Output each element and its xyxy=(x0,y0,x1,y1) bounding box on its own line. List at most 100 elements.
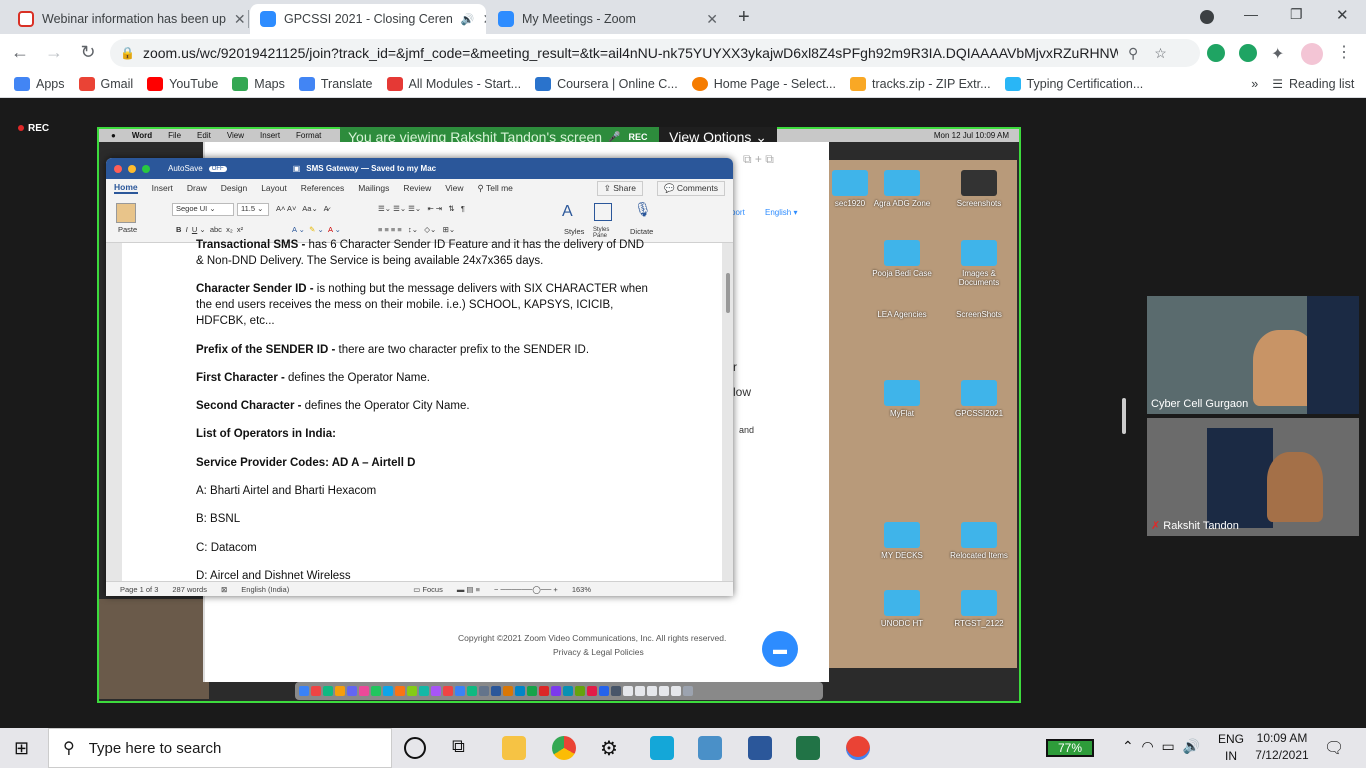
desktop-folder[interactable]: RTGST_2122 xyxy=(944,590,1014,628)
bookmark-home-page[interactable]: Home Page - Select... xyxy=(691,76,836,91)
bookmark-translate[interactable]: Translate xyxy=(298,76,373,91)
desktop-folder[interactable]: LEA Agencies xyxy=(867,310,937,319)
windows-start-icon[interactable]: ⊞ xyxy=(14,738,29,759)
chrome-icon[interactable] xyxy=(552,736,576,760)
document-scrollbar[interactable] xyxy=(726,273,730,313)
desktop-folder[interactable]: GPCSSI2021 xyxy=(944,380,1014,418)
font-size-select[interactable]: 11.5 ⌄ xyxy=(237,203,269,216)
tab-my-meetings[interactable]: My Meetings - Zoom ✕ xyxy=(488,4,728,34)
proofing-icon[interactable]: ⊠ xyxy=(221,585,227,594)
alignment-buttons[interactable]: ≡ ≡ ≡ ≡ ↕⌄ ◇⌄ ⊞⌄ xyxy=(378,225,455,234)
app-icon[interactable] xyxy=(748,736,772,760)
share-button[interactable]: ⇪ Share xyxy=(596,180,643,196)
dock-app-icon[interactable] xyxy=(647,686,657,696)
desktop-folder[interactable]: Relocated Items xyxy=(944,522,1014,560)
dock-app-icon[interactable] xyxy=(539,686,549,696)
comments-button[interactable]: 💬 Comments xyxy=(656,180,725,196)
desktop-folder[interactable]: UNODC HT xyxy=(867,590,937,628)
close-icon[interactable]: ✕ xyxy=(234,11,246,28)
app-icon[interactable] xyxy=(698,736,722,760)
list-buttons[interactable]: ☰⌄ ☰⌄ ☰⌄ ⇤ ⇥ ⇅ ¶ xyxy=(378,204,465,213)
dock-app-icon[interactable] xyxy=(599,686,609,696)
grammarly-g-icon[interactable] xyxy=(1239,44,1257,62)
bookmarks-more[interactable]: » xyxy=(1251,77,1258,91)
star-icon[interactable]: ☆ xyxy=(1154,45,1167,62)
window-close-icon[interactable]: ✕ xyxy=(1336,6,1349,24)
format-buttons[interactable]: B I U ⌄ abc x₂ x² xyxy=(176,225,243,234)
dock-app-icon[interactable] xyxy=(299,686,309,696)
notification-icon[interactable]: 🗨 xyxy=(1324,738,1344,758)
tab-layout[interactable]: Layout xyxy=(261,183,287,193)
dock-app-icon[interactable] xyxy=(335,686,345,696)
tab-insert[interactable]: Insert xyxy=(152,183,173,193)
bookmark-maps[interactable]: Maps xyxy=(232,76,285,91)
tab-search-icon[interactable] xyxy=(1200,10,1214,24)
dock-app-icon[interactable] xyxy=(443,686,453,696)
desktop-folder[interactable]: MY DECKS xyxy=(867,522,937,560)
settings-gear-icon[interactable]: ⚙ xyxy=(600,736,624,760)
dock-app-icon[interactable] xyxy=(575,686,585,696)
participant-video[interactable]: Cyber Cell Gurgaon xyxy=(1147,296,1359,414)
dock-app-icon[interactable] xyxy=(623,686,633,696)
bookmark-all-modules[interactable]: All Modules - Start... xyxy=(386,76,521,91)
minimize-icon[interactable]: — xyxy=(1244,6,1258,22)
bookmark-apps[interactable]: Apps xyxy=(14,76,65,91)
taskbar-search[interactable]: ⚲ Type here to search xyxy=(48,728,392,768)
reading-list[interactable]: ☰ Reading list xyxy=(1272,77,1354,91)
zoom-lens-icon[interactable]: ⚲ xyxy=(1128,45,1138,62)
grammarly-icon[interactable] xyxy=(1207,44,1225,62)
tray-icons[interactable]: ⌃ ◠ ▭ 🔊 xyxy=(1122,738,1200,755)
dock-app-icon[interactable] xyxy=(359,686,369,696)
new-tab-button[interactable]: + xyxy=(738,6,750,29)
language-indicator[interactable]: ENG IN xyxy=(1218,731,1244,765)
trash-icon[interactable] xyxy=(683,686,693,696)
back-icon[interactable]: ← xyxy=(6,38,34,66)
dock-app-icon[interactable] xyxy=(311,686,321,696)
paste-icon[interactable] xyxy=(116,203,136,223)
tab-webinar[interactable]: Webinar information has been up ✕ xyxy=(8,4,246,34)
tab-draw[interactable]: Draw xyxy=(187,183,207,193)
styles-pane-icon[interactable] xyxy=(594,203,612,221)
app-icon[interactable] xyxy=(796,736,820,760)
document-page[interactable]: Transactional SMS - has 6 Character Send… xyxy=(122,239,722,582)
dock-app-icon[interactable] xyxy=(587,686,597,696)
menu-kebab-icon[interactable]: ⋮ xyxy=(1336,42,1352,62)
font-name-select[interactable]: Segoe UI ⌄ xyxy=(172,203,234,216)
restore-icon[interactable]: ❐ xyxy=(1290,6,1303,23)
microphone-icon[interactable]: 🎙 xyxy=(634,201,652,218)
focus-button[interactable]: ▭ Focus xyxy=(413,585,443,594)
zoom-dot-icon[interactable] xyxy=(142,164,150,173)
dock-app-icon[interactable] xyxy=(467,686,477,696)
dock-app-icon[interactable] xyxy=(503,686,513,696)
desktop-folder[interactable]: Agra ADG Zone xyxy=(867,170,937,208)
extensions-icon[interactable]: ✦ xyxy=(1271,44,1289,63)
dock-app-icon[interactable] xyxy=(407,686,417,696)
task-view-icon[interactable]: ⧉ xyxy=(452,736,476,760)
language-status[interactable]: English (India) xyxy=(241,585,289,594)
tab-review[interactable]: Review xyxy=(403,183,431,193)
styles-icon[interactable]: A xyxy=(562,203,573,221)
tab-home[interactable]: Home xyxy=(114,182,138,194)
cortana-icon[interactable] xyxy=(404,737,426,759)
tab-design[interactable]: Design xyxy=(221,183,247,193)
zoom-slider[interactable]: − ──────◯── + xyxy=(494,585,558,594)
close-icon[interactable]: ✕ xyxy=(706,11,718,28)
dock-app-icon[interactable] xyxy=(455,686,465,696)
chat-bubble-icon[interactable]: ▬ xyxy=(762,631,798,667)
autosave-toggle[interactable]: OFF xyxy=(208,165,227,172)
dock-app-icon[interactable] xyxy=(527,686,537,696)
dock-app-icon[interactable] xyxy=(479,686,489,696)
dock-app-icon[interactable] xyxy=(491,686,501,696)
participant-video[interactable]: ✗ Rakshit Tandon xyxy=(1147,418,1359,536)
dock-app-icon[interactable] xyxy=(431,686,441,696)
close-dot-icon[interactable] xyxy=(114,164,122,173)
l-app-icon[interactable] xyxy=(650,736,674,760)
desktop-folder[interactable]: Pooja Bedi Case xyxy=(867,240,937,278)
file-explorer-icon[interactable] xyxy=(502,736,526,760)
desktop-folder[interactable]: Screenshots xyxy=(944,170,1014,208)
dock-app-icon[interactable] xyxy=(515,686,525,696)
forward-icon[interactable]: → xyxy=(40,38,68,66)
speaker-icon[interactable]: 🔊 xyxy=(461,13,475,26)
battery-indicator[interactable]: 77% xyxy=(1046,739,1094,757)
tab-mailings[interactable]: Mailings xyxy=(358,183,389,193)
